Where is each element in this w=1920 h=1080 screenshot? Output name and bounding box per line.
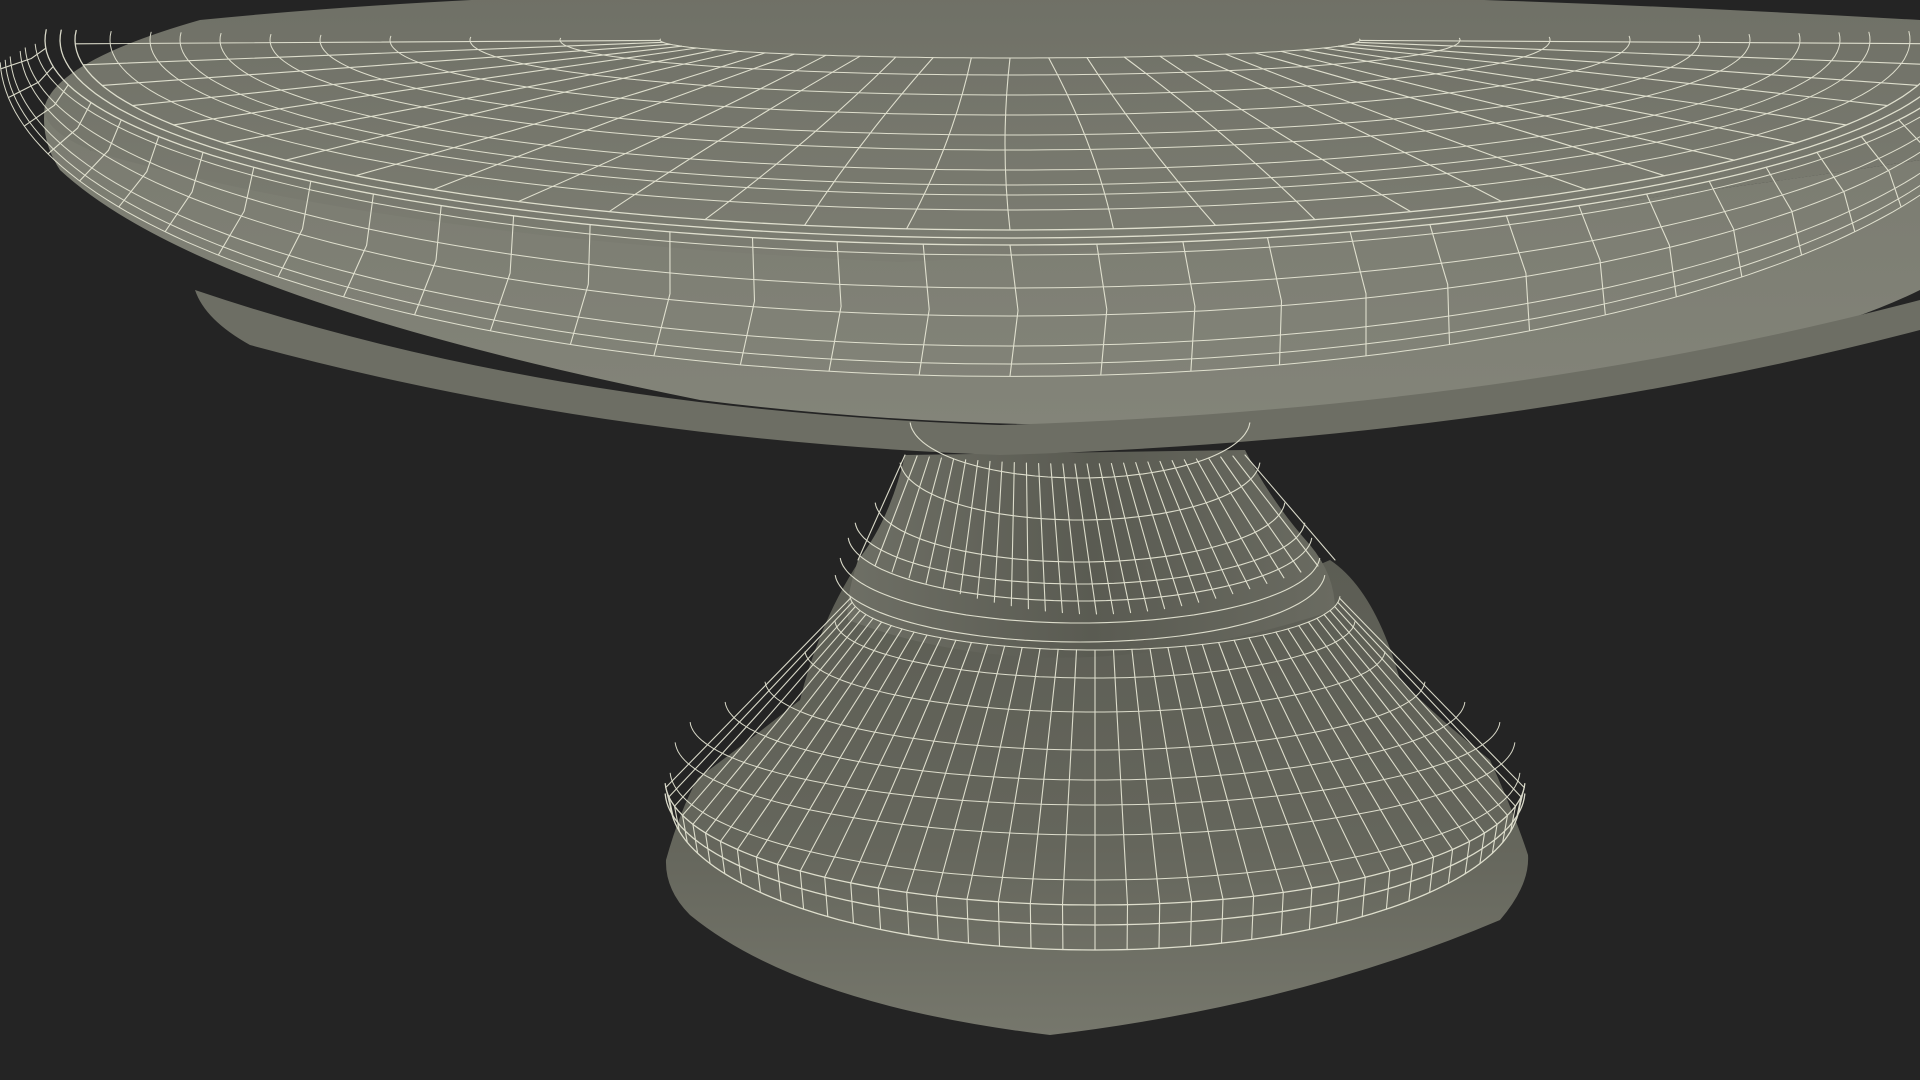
cake-stand-wireframe [0, 0, 1920, 1035]
wire-line [1158, 903, 1161, 949]
wire-line [1029, 903, 1032, 949]
stand-stem-surface [847, 450, 1335, 658]
render-viewport [0, 0, 1920, 1080]
